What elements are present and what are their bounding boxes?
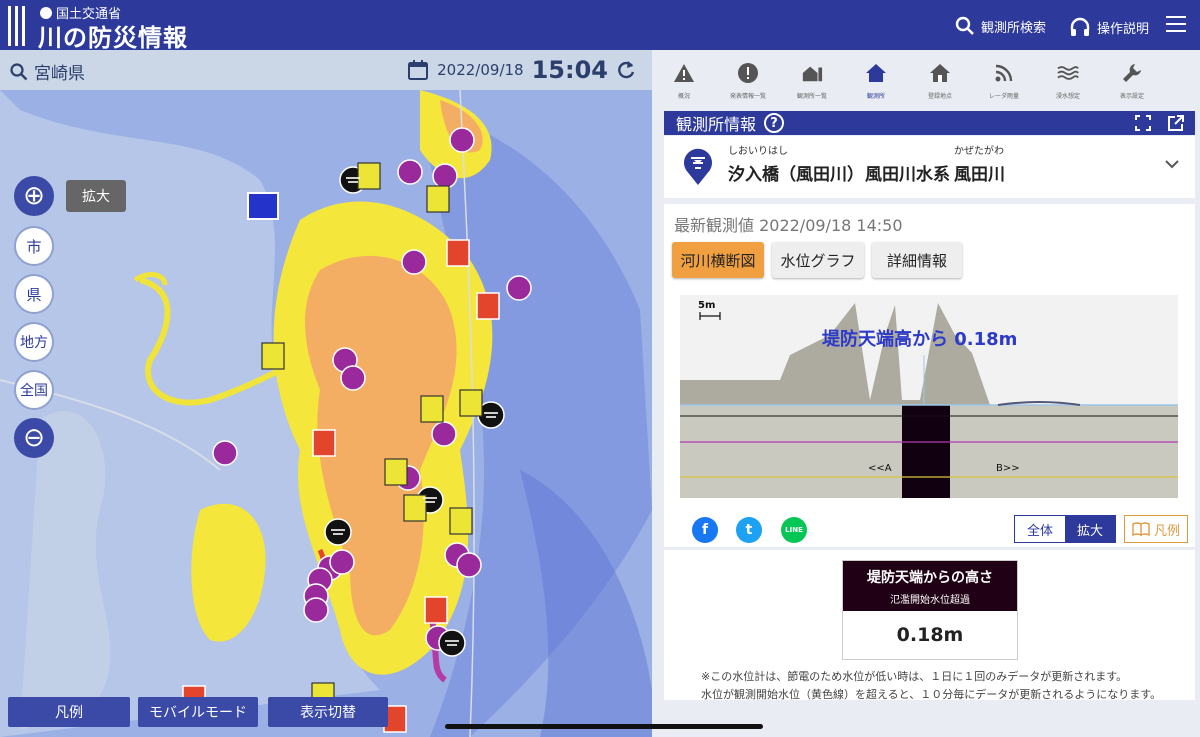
home-registered-icon <box>929 62 951 84</box>
view-all-button[interactable]: 全体 <box>1015 516 1065 542</box>
water-level-station-icon <box>684 148 712 185</box>
legend-button[interactable]: 凡例 <box>1124 515 1188 543</box>
site-title[interactable]: 川の防災情報 <box>38 18 188 53</box>
warning-icon <box>673 62 695 84</box>
zoom-in-button[interactable]: ⊕ <box>14 176 54 216</box>
tab-cross-section[interactable]: 河川横断図 <box>672 242 764 278</box>
map-panel[interactable]: 宮崎県 2022/09/18 15:04 ⊕ 拡大 市 県 地方 全国 ⊖ 凡例… <box>0 50 652 737</box>
help-circle-icon[interactable]: ? <box>764 113 785 133</box>
flood-icon <box>1057 62 1079 84</box>
scale-city-button[interactable]: 市 <box>14 226 54 266</box>
fullscreen-icon[interactable] <box>1135 115 1151 131</box>
zoom-in-tooltip: 拡大 <box>66 180 126 212</box>
logo-icon <box>8 6 28 46</box>
right-bank-marker: B>> <box>996 463 1020 474</box>
headphones-icon <box>1070 17 1090 36</box>
station-info-title: 観測所情報 <box>676 115 757 134</box>
station-name-ruby: しおいりはし <box>728 146 788 157</box>
ministry-emblem-icon <box>40 6 52 19</box>
observation-datetime: 2022/09/18 15:04 <box>407 56 636 84</box>
home-icon <box>865 62 887 84</box>
date-label: 2022/09/18 <box>437 61 524 79</box>
map-status-bar: 宮崎県 2022/09/18 15:04 <box>0 50 652 90</box>
book-icon <box>1132 522 1150 536</box>
function-toolbar: 概況 発表情報一覧 観測所一覧 観測所 登録地点 レーダ雨量 浸水想定 表示設定 <box>652 50 1200 106</box>
water-level-summary: 堤防天端からの高さ 氾濫開始水位超過 0.18m ※この水位計は、節電のため水位… <box>664 550 1195 701</box>
tool-registered-label: 登録地点 <box>927 93 952 100</box>
station-info-header: 観測所情報 ? <box>664 111 1195 135</box>
flood-status-label: 氾濫開始水位超過 <box>890 595 970 606</box>
tool-flood[interactable]: 浸水想定 <box>1036 50 1100 106</box>
calendar-icon[interactable] <box>407 59 429 81</box>
radar-icon <box>993 62 1015 84</box>
tool-announcements-label: 発表情報一覧 <box>729 93 766 100</box>
river-name: 風田川 <box>954 165 1005 185</box>
map-legend-button[interactable]: 凡例 <box>8 697 130 727</box>
scale-prefecture-button[interactable]: 県 <box>14 274 54 314</box>
observation-panel: 最新観測値 2022/09/18 14:50 河川横断図 水位グラフ 詳細情報 … <box>664 204 1195 547</box>
river-system: 風田川水系 <box>865 165 950 185</box>
tool-flood-label: 浸水想定 <box>1055 93 1080 100</box>
tab-water-level-graph[interactable]: 水位グラフ <box>772 242 864 278</box>
view-toggle: 全体 拡大 <box>1014 515 1116 543</box>
alert-circle-icon <box>737 62 759 84</box>
external-link-icon[interactable] <box>1167 114 1185 132</box>
station-name: 汐入橋（風田川） <box>728 165 864 185</box>
update-note-1: ※この水位計は、節電のため水位が低い時は、１日に１回のみデータが更新されます。 <box>701 670 1128 683</box>
tool-radar-label: レーダ雨量 <box>988 93 1019 100</box>
search-icon <box>10 62 28 80</box>
zoom-out-button[interactable]: ⊖ <box>14 418 54 458</box>
crest-height-title: 堤防天端からの高さ <box>867 570 993 586</box>
tool-station-label: 観測所 <box>866 93 885 100</box>
refresh-icon[interactable] <box>616 59 636 81</box>
crest-height-header: 堤防天端からの高さ 氾濫開始水位超過 <box>843 561 1017 611</box>
help-button[interactable]: 操作説明 <box>1069 16 1149 38</box>
left-bank-marker: <<A <box>868 463 892 474</box>
mobile-mode-button[interactable]: モバイルモード <box>138 697 258 727</box>
tab-details[interactable]: 詳細情報 <box>872 242 962 278</box>
scale-national-button[interactable]: 全国 <box>14 370 54 410</box>
station-panel: 概況 発表情報一覧 観測所一覧 観測所 登録地点 レーダ雨量 浸水想定 表示設定… <box>652 50 1200 737</box>
home-indicator <box>445 724 763 729</box>
prefecture-selector[interactable]: 宮崎県 <box>10 59 85 84</box>
tool-overview[interactable]: 概況 <box>652 50 716 106</box>
river-name-ruby: かぜたがわ <box>954 146 1004 157</box>
tool-announcements[interactable]: 発表情報一覧 <box>716 50 780 106</box>
latest-observation-time: 最新観測値 2022/09/18 14:50 <box>674 216 903 235</box>
app-header: 国土交通省 川の防災情報 観測所検索 操作説明 <box>0 0 1200 53</box>
twitter-share-icon[interactable]: t <box>736 517 762 543</box>
station-list-icon <box>801 62 823 84</box>
prefecture-label: 宮崎県 <box>34 64 85 84</box>
facebook-share-icon[interactable]: f <box>692 517 718 543</box>
crest-distance-overlay: 堤防天端高から 0.18m <box>822 328 1017 350</box>
line-share-icon[interactable]: LINE <box>781 517 807 543</box>
tool-settings[interactable]: 表示設定 <box>1100 50 1164 106</box>
time-label: 15:04 <box>531 56 608 84</box>
scale-label: 5m <box>698 300 715 311</box>
tool-overview-label: 概況 <box>677 93 690 100</box>
legend-label: 凡例 <box>1153 523 1180 539</box>
update-note-2: 水位が観測開始水位（黄色線）を超えると、１０分毎にデータが更新されるようになりま… <box>701 688 1162 701</box>
tool-radar[interactable]: レーダ雨量 <box>972 50 1036 106</box>
crest-height-value: 0.18m <box>896 624 964 646</box>
display-toggle-button[interactable]: 表示切替 <box>268 697 388 727</box>
crest-height-card: 堤防天端からの高さ 氾濫開始水位超過 0.18m <box>842 560 1018 660</box>
tool-station[interactable]: 観測所 <box>844 50 908 106</box>
tool-station-list[interactable]: 観測所一覧 <box>780 50 844 106</box>
hamburger-menu-icon[interactable] <box>1166 16 1186 32</box>
wrench-icon <box>1121 62 1143 84</box>
tool-settings-label: 表示設定 <box>1119 93 1144 100</box>
tool-station-list-label: 観測所一覧 <box>796 93 827 100</box>
station-search-button[interactable]: 観測所検索 <box>955 16 1046 36</box>
tool-registered[interactable]: 登録地点 <box>908 50 972 106</box>
river-cross-section-chart: 5m 堤防天端高から 0.18m <<A B>> <box>680 295 1178 498</box>
station-selector[interactable]: しおいりはし 汐入橋（風田川） 風田川水系 かぜたがわ 風田川 <box>664 136 1195 198</box>
scale-region-button[interactable]: 地方 <box>14 322 54 362</box>
help-label: 操作説明 <box>1097 21 1150 37</box>
chevron-down-icon[interactable] <box>1165 160 1179 170</box>
station-search-label: 観測所検索 <box>981 20 1047 36</box>
search-icon <box>955 16 974 35</box>
view-zoom-button[interactable]: 拡大 <box>1065 516 1115 542</box>
